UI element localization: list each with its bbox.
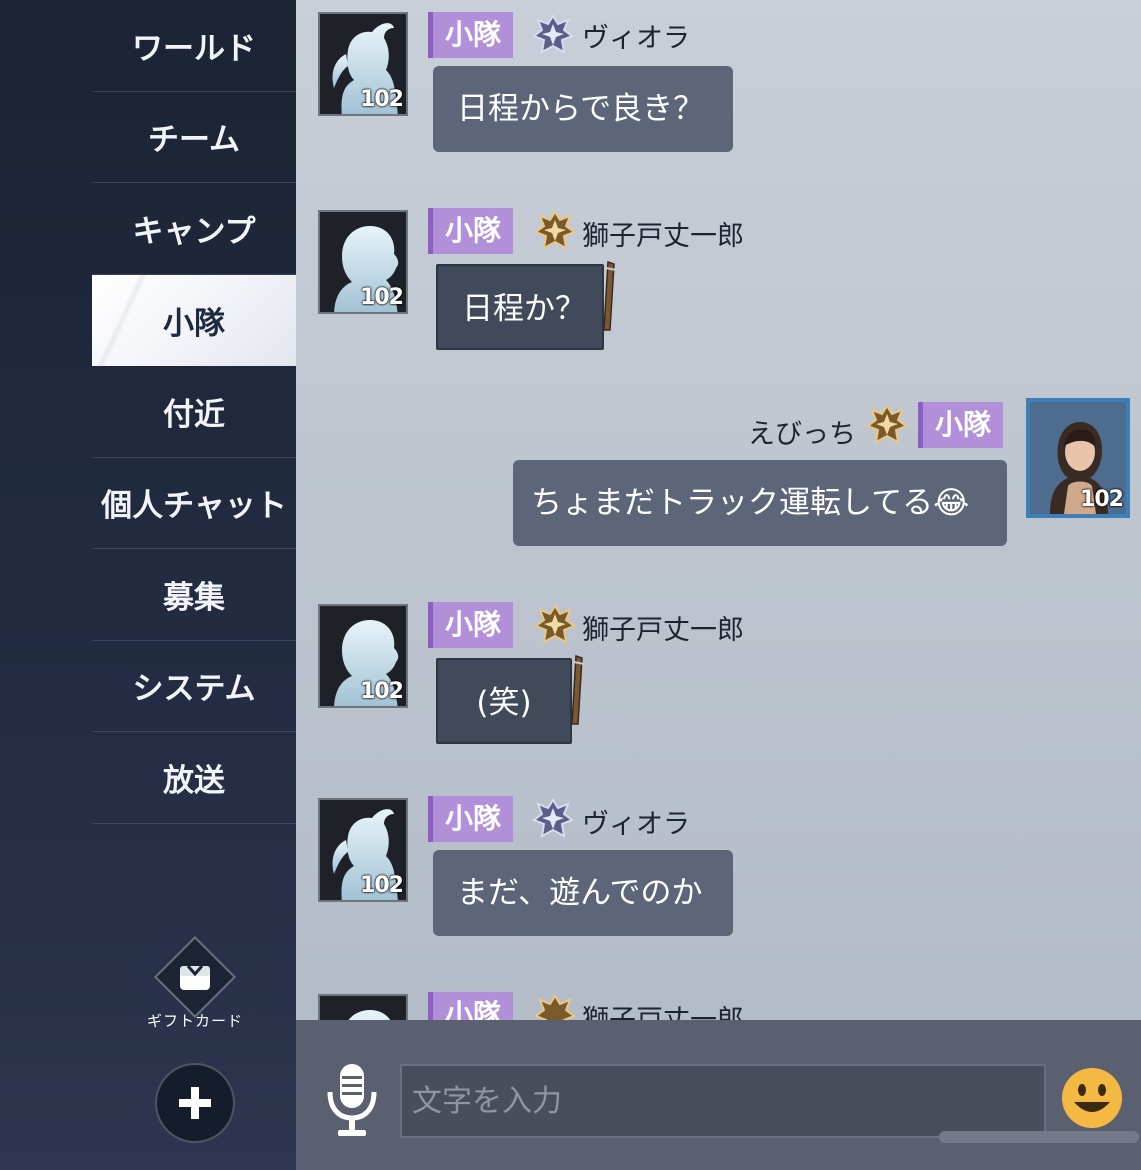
message-bubble: ちょまだトラック運転してる😂: [513, 460, 1007, 546]
message-bubble: (笑): [436, 658, 572, 744]
chat-message-self: えびっち 小隊 ちょまだトラック運転してる😂 102: [296, 394, 1141, 554]
channel-tab-squad[interactable]: 小隊: [92, 274, 296, 366]
channel-tag: 小隊: [428, 208, 514, 254]
avatar[interactable]: 102: [1026, 398, 1130, 518]
plus-icon: [179, 1087, 211, 1119]
message-text: (笑): [476, 685, 532, 721]
channel-tab-label: 付近: [163, 396, 225, 433]
message-text: ちょまだトラック運転してる😂: [531, 485, 970, 521]
channel-tab-broadcast[interactable]: 放送: [92, 732, 296, 824]
chat-message: 102 小隊 ヴィオラ 日程からで良き？: [296, 0, 1141, 160]
channel-tag: 小隊: [428, 992, 514, 1020]
level-badge: 102: [360, 679, 404, 704]
message-text: まだ、遊んでのか: [457, 875, 703, 911]
chat-message: 102 小隊 獅子戸丈一郎 日程か？: [296, 196, 1141, 356]
channel-tab-label: キャンプ: [132, 213, 256, 250]
chat-log[interactable]: 102 小隊 ヴィオラ 日程からで良き？ 102 小隊 獅子戸丈一郎 日程か？: [296, 0, 1141, 1020]
silver-rank-icon: [532, 14, 574, 54]
scroll-handle[interactable]: [939, 1131, 1139, 1143]
username[interactable]: 獅子戸丈一郎: [582, 998, 744, 1020]
avatar[interactable]: 102: [318, 12, 408, 116]
add-button[interactable]: [155, 1063, 235, 1143]
channel-tab-world[interactable]: ワールド: [92, 0, 296, 92]
channel-tab-private-chat[interactable]: 個人チャット: [92, 458, 296, 549]
gold-rank-icon: [534, 210, 576, 250]
username[interactable]: 獅子戸丈一郎: [582, 214, 744, 253]
emoji-icon[interactable]: [1060, 1066, 1124, 1130]
channel-tab-label: 募集: [163, 579, 225, 616]
channel-tag: 小隊: [918, 402, 1004, 448]
channel-sidebar: ワールド チーム キャンプ 小隊 付近 個人チャット 募集 システム 放送 ギフ…: [0, 0, 296, 1170]
male-silhouette-icon: [348, 1010, 391, 1020]
message-text: 日程か？: [462, 291, 586, 327]
message-bubble: 日程か？: [436, 264, 604, 350]
gold-rank-icon: [866, 404, 908, 444]
gift-card-button[interactable]: ギフトカード: [140, 935, 250, 1031]
username[interactable]: ヴィオラ: [582, 16, 690, 55]
avatar[interactable]: 102: [318, 798, 408, 902]
channel-tab-recruit[interactable]: 募集: [92, 549, 296, 641]
chat-message: 小隊 獅子戸丈一郎: [296, 980, 1141, 1020]
message-bubble: 日程からで良き？: [433, 66, 733, 152]
message-bubble: まだ、遊んでのか: [433, 850, 733, 936]
message-input[interactable]: [400, 1064, 1046, 1138]
username[interactable]: ヴィオラ: [582, 802, 690, 841]
level-badge: 102: [360, 87, 404, 112]
silver-rank-icon: [532, 798, 574, 838]
channel-tag: 小隊: [428, 796, 514, 842]
chat-input-bar: [296, 1020, 1141, 1170]
gold-rank-icon: [534, 604, 576, 644]
message-text: 日程からで良き？: [457, 91, 705, 127]
channel-tag: 小隊: [428, 602, 514, 648]
channel-tab-label: チーム: [147, 122, 241, 159]
gold-rank-icon: [534, 994, 576, 1020]
avatar[interactable]: 102: [318, 604, 408, 708]
channel-tab-system[interactable]: システム: [92, 641, 296, 732]
channel-tab-nearby[interactable]: 付近: [92, 366, 296, 458]
channel-tag: 小隊: [428, 12, 514, 58]
level-badge: 102: [360, 285, 404, 310]
avatar[interactable]: [318, 994, 408, 1020]
channel-tab-label: システム: [132, 671, 256, 708]
channel-tab-label: 放送: [163, 762, 225, 799]
gift-card-icon: [153, 935, 237, 1019]
username[interactable]: えびっち: [748, 412, 856, 451]
channel-tab-label: ワールド: [132, 30, 256, 67]
channel-tab-label: 小隊: [163, 305, 225, 342]
level-badge: 102: [1080, 487, 1124, 512]
channel-nav: ワールド チーム キャンプ 小隊 付近 個人チャット 募集 システム 放送: [92, 0, 296, 824]
username[interactable]: 獅子戸丈一郎: [582, 608, 744, 647]
chat-message: 102 小隊 獅子戸丈一郎 (笑): [296, 590, 1141, 750]
channel-tab-team[interactable]: チーム: [92, 92, 296, 183]
microphone-icon[interactable]: [324, 1062, 380, 1138]
bat-decoration-icon: [571, 654, 585, 725]
chat-message: 102 小隊 ヴィオラ まだ、遊んでのか: [296, 784, 1141, 944]
level-badge: 102: [360, 873, 404, 898]
bat-decoration-icon: [603, 260, 617, 331]
avatar[interactable]: 102: [318, 210, 408, 314]
channel-tab-camp[interactable]: キャンプ: [92, 183, 296, 275]
